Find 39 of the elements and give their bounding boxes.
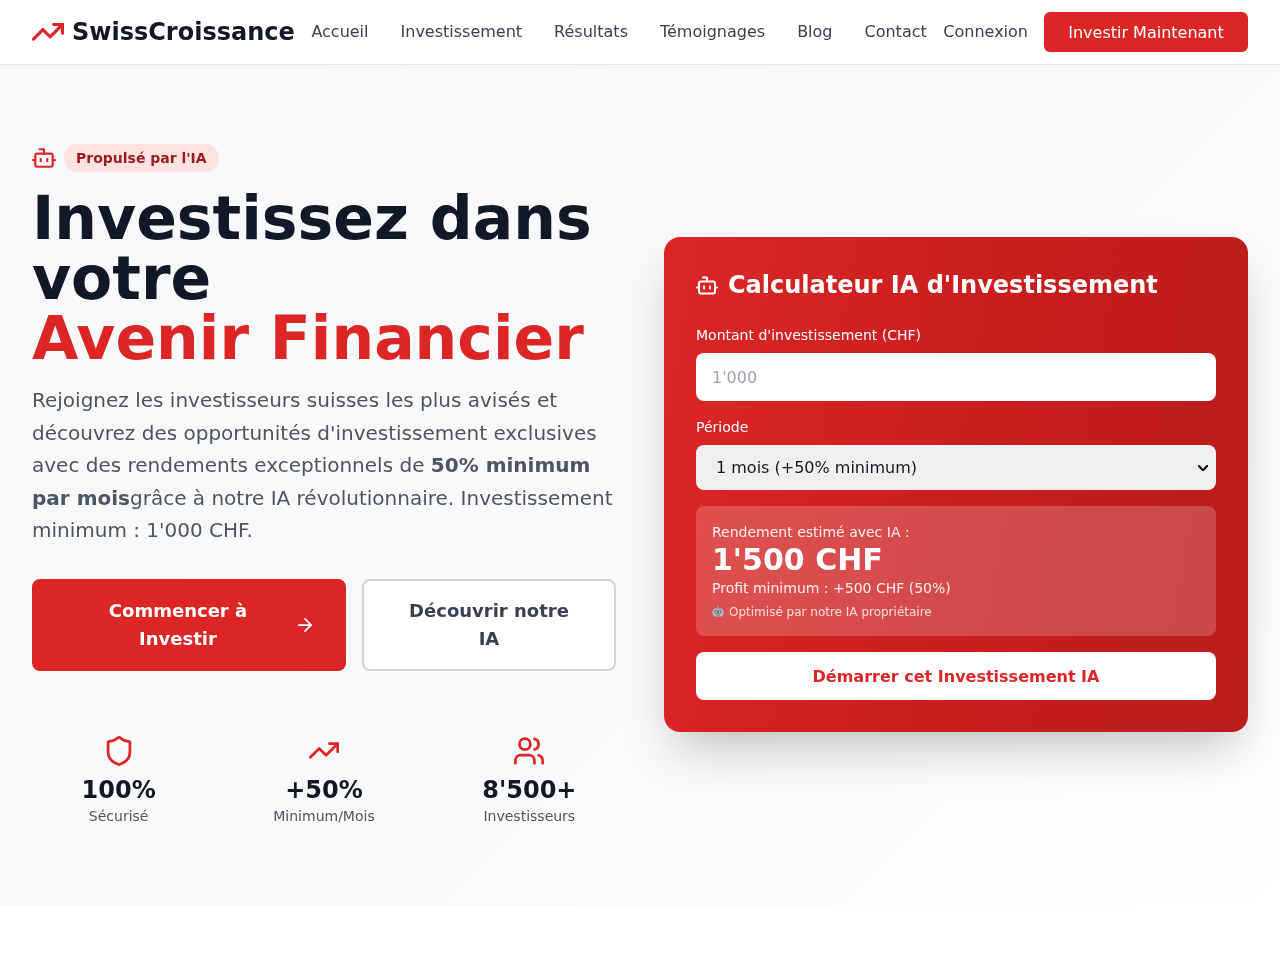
field-label: Période — [696, 418, 750, 438]
start-investing-button[interactable]: Commencer à Investir — [32, 578, 346, 671]
login-link[interactable]: Connexion — [943, 20, 1028, 44]
nav-link[interactable]: Témoignages — [659, 20, 766, 44]
calculator-title: Calculateur IA d'Investissement — [728, 270, 1158, 302]
result-amount: 1'500 CHF — [712, 542, 884, 579]
discover-ai-button[interactable]: Découvrir notre IA — [362, 578, 616, 671]
result-label: Rendement estimé avec IA : — [712, 523, 911, 543]
nav-link[interactable]: Accueil — [311, 20, 369, 44]
ai-badge: Propulsé par l'IA — [64, 144, 219, 172]
stat-value: +50% — [285, 774, 363, 806]
robot-icon — [32, 148, 56, 168]
amount-input[interactable]: 1'000 — [696, 353, 1216, 402]
result-note: Optimisé par notre IA propriétaire — [729, 604, 932, 621]
nav-link[interactable]: Résultats — [554, 20, 628, 44]
hero-description: Rejoignez les investisseurs suisses les plus avisés et découvrez des opportunités d'investissement exclusives avec des rendements exceptionnels de 50% minimum par moisgrâce à notre IA révolutionnaire. Investissement minimum : 1'000 CHF. — [32, 387, 614, 544]
stat-label: Minimum/Mois — [273, 806, 375, 826]
stat-label: Sécurisé — [88, 806, 149, 826]
invest-now-button[interactable]: Investir Maintenant — [1044, 12, 1248, 52]
trending-up-icon — [309, 741, 339, 759]
stat-value: 8'500+ — [482, 774, 577, 806]
stat-value: 100% — [81, 774, 156, 806]
nav-link[interactable]: Blog — [797, 20, 833, 44]
shield-icon — [105, 735, 132, 766]
field-label: Montant d'investissement (CHF) — [696, 326, 922, 346]
brand-name: SwissCroissance — [72, 17, 295, 48]
trending-up-icon — [32, 23, 64, 41]
robot-icon — [712, 606, 724, 619]
nav-link[interactable]: Investissement — [400, 20, 523, 44]
chevron-down-icon — [1198, 464, 1208, 471]
people-icon — [514, 736, 545, 765]
nav-link[interactable]: Contact — [864, 20, 927, 44]
start-investment-button[interactable]: Démarrer cet Investissement IA — [696, 652, 1216, 701]
period-select[interactable]: 1 mois (+50% minimum) — [696, 445, 1216, 491]
stat-label: Investisseurs — [483, 806, 576, 826]
hero-heading: Investissez dans votre Avenir Financier — [32, 188, 593, 368]
result-profit: Profit minimum : +500 CHF (50%) — [712, 579, 952, 599]
arrow-right-icon — [298, 617, 312, 632]
robot-icon — [696, 275, 718, 295]
